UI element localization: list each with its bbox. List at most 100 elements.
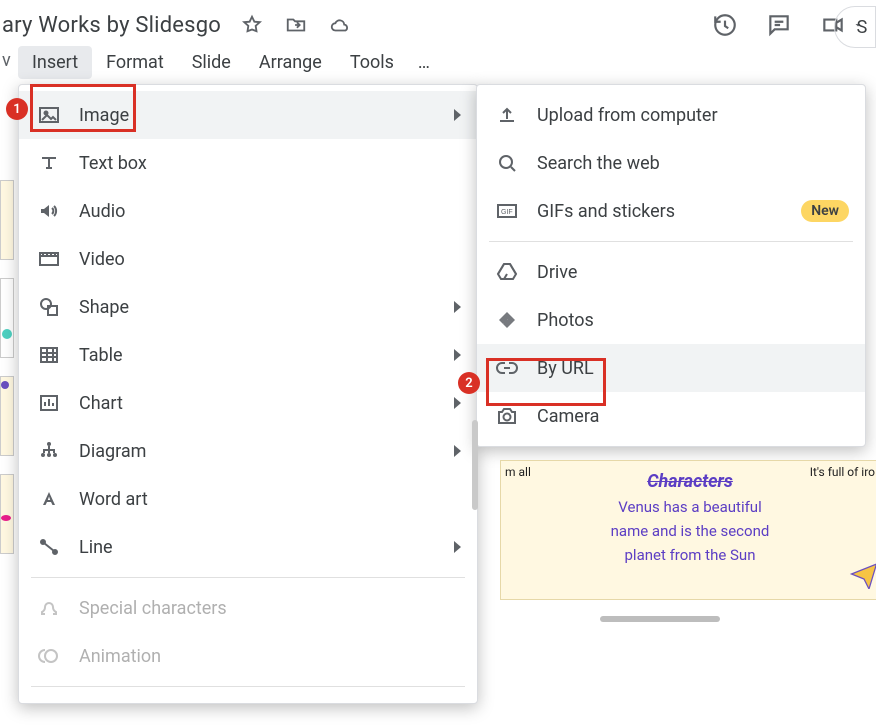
canvas-text-fragment: ei bbox=[866, 460, 875, 461]
menu-item-label: Video bbox=[79, 249, 125, 270]
submenu-arrow-icon bbox=[454, 397, 461, 409]
paper-plane-icon bbox=[849, 559, 876, 589]
audio-icon bbox=[37, 199, 61, 223]
menu-separator bbox=[31, 686, 465, 687]
drive-icon bbox=[495, 260, 519, 284]
document-title[interactable]: ary Works by Slidesgo bbox=[0, 13, 221, 38]
image-icon bbox=[37, 103, 61, 127]
new-badge: New bbox=[801, 200, 849, 222]
menu-item-label: Audio bbox=[79, 201, 125, 222]
canvas-text-fragment: m all bbox=[505, 465, 531, 479]
insert-menu-scrollbar-thumb[interactable] bbox=[472, 420, 478, 510]
submenu-camera[interactable]: Camera bbox=[477, 392, 865, 440]
menu-item-label: Table bbox=[79, 345, 123, 366]
menu-item-textbox[interactable]: Text box bbox=[19, 139, 477, 187]
menu-item-label: Word art bbox=[79, 489, 148, 510]
canvas-text-fragment: It's full of iro bbox=[810, 465, 875, 479]
annotation-badge-1: 1 bbox=[6, 98, 28, 120]
submenu-drive[interactable]: Drive bbox=[477, 248, 865, 296]
slide-canvas[interactable]: m all ei It's full of iro Characters Ven… bbox=[500, 460, 876, 600]
menu-item-label: Text box bbox=[79, 153, 147, 174]
submenu-arrow-icon bbox=[454, 301, 461, 313]
menu-item-special-characters: Special characters bbox=[19, 584, 477, 632]
submenu-upload-from-computer[interactable]: Upload from computer bbox=[477, 91, 865, 139]
submenu-label: By URL bbox=[537, 358, 594, 379]
canvas-body-line: name and is the second bbox=[511, 522, 869, 540]
submenu-search-web[interactable]: Search the web bbox=[477, 139, 865, 187]
submenu-photos[interactable]: Photos bbox=[477, 296, 865, 344]
slide-thumbnail[interactable] bbox=[0, 376, 14, 456]
photos-icon bbox=[495, 308, 519, 332]
menu-tools[interactable]: Tools bbox=[336, 46, 408, 79]
chart-icon bbox=[37, 391, 61, 415]
menu-item-label: Image bbox=[79, 105, 129, 126]
link-icon bbox=[495, 356, 519, 380]
menu-item-wordart[interactable]: Word art bbox=[19, 475, 477, 523]
history-icon[interactable] bbox=[712, 12, 738, 38]
menu-item-shape[interactable]: Shape bbox=[19, 283, 477, 331]
submenu-label: Camera bbox=[537, 406, 599, 427]
slide-thumbnail[interactable] bbox=[0, 180, 14, 260]
search-icon bbox=[495, 151, 519, 175]
slide-thumbnail[interactable] bbox=[0, 278, 14, 358]
star-icon[interactable] bbox=[241, 14, 263, 36]
video-icon bbox=[37, 247, 61, 271]
menu-arrange[interactable]: Arrange bbox=[245, 46, 336, 79]
specialchars-icon bbox=[37, 596, 61, 620]
menu-slide[interactable]: Slide bbox=[178, 46, 245, 79]
menu-insert[interactable]: Insert bbox=[18, 46, 92, 79]
menu-item-chart[interactable]: Chart bbox=[19, 379, 477, 427]
comments-icon[interactable] bbox=[766, 12, 792, 38]
share-initial: S bbox=[857, 17, 868, 38]
svg-text:GIF: GIF bbox=[501, 209, 513, 216]
image-submenu: Upload from computer Search the web GIF … bbox=[476, 84, 866, 447]
menu-item-label: Shape bbox=[79, 297, 129, 318]
gif-icon: GIF bbox=[495, 199, 519, 223]
submenu-label: Photos bbox=[537, 310, 594, 331]
menu-item-animation: Animation bbox=[19, 632, 477, 680]
line-icon bbox=[37, 535, 61, 559]
menu-item-label: Animation bbox=[79, 646, 161, 667]
submenu-by-url[interactable]: By URL bbox=[477, 344, 865, 392]
submenu-arrow-icon bbox=[454, 541, 461, 553]
slide-thumbnail[interactable] bbox=[0, 474, 14, 554]
diagram-icon bbox=[37, 439, 61, 463]
slide-thumbnails-column bbox=[0, 180, 18, 700]
menu-truncated-left: v bbox=[2, 50, 11, 71]
menu-item-label: Special characters bbox=[79, 598, 227, 619]
cloud-status-icon[interactable] bbox=[329, 14, 351, 36]
menu-item-video[interactable]: Video bbox=[19, 235, 477, 283]
submenu-gifs-stickers[interactable]: GIF GIFs and stickers New bbox=[477, 187, 865, 235]
menu-item-diagram[interactable]: Diagram bbox=[19, 427, 477, 475]
menu-item-table[interactable]: Table bbox=[19, 331, 477, 379]
share-button[interactable]: S bbox=[834, 6, 876, 48]
insert-menu: Image Text box Audio Video Shape Table bbox=[18, 84, 478, 704]
submenu-arrow-icon bbox=[454, 445, 461, 457]
horizontal-scrollbar[interactable] bbox=[600, 616, 720, 622]
menu-item-label: Line bbox=[79, 537, 113, 558]
menu-separator bbox=[31, 577, 465, 578]
submenu-label: GIFs and stickers bbox=[537, 201, 675, 222]
shape-icon bbox=[37, 295, 61, 319]
canvas-body-line: Venus has a beautiful bbox=[511, 498, 869, 516]
menu-overflow[interactable]: … bbox=[408, 46, 440, 79]
upload-icon bbox=[495, 103, 519, 127]
animation-icon bbox=[37, 644, 61, 668]
menu-item-label: Chart bbox=[79, 393, 123, 414]
submenu-label: Drive bbox=[537, 262, 577, 283]
submenu-label: Search the web bbox=[537, 153, 660, 174]
menubar: Insert Format Slide Arrange Tools … bbox=[18, 46, 440, 79]
insert-menu-scrollbar-track bbox=[472, 90, 478, 520]
submenu-arrow-icon bbox=[454, 109, 461, 121]
menu-item-label: Diagram bbox=[79, 441, 146, 462]
wordart-icon bbox=[37, 487, 61, 511]
menu-item-image[interactable]: Image bbox=[19, 91, 477, 139]
menu-item-line[interactable]: Line bbox=[19, 523, 477, 571]
camera-icon bbox=[495, 404, 519, 428]
menu-item-audio[interactable]: Audio bbox=[19, 187, 477, 235]
table-icon bbox=[37, 343, 61, 367]
move-folder-icon[interactable] bbox=[285, 14, 307, 36]
canvas-body-line: planet from the Sun bbox=[511, 546, 869, 564]
textbox-icon bbox=[37, 151, 61, 175]
menu-format[interactable]: Format bbox=[92, 46, 178, 79]
